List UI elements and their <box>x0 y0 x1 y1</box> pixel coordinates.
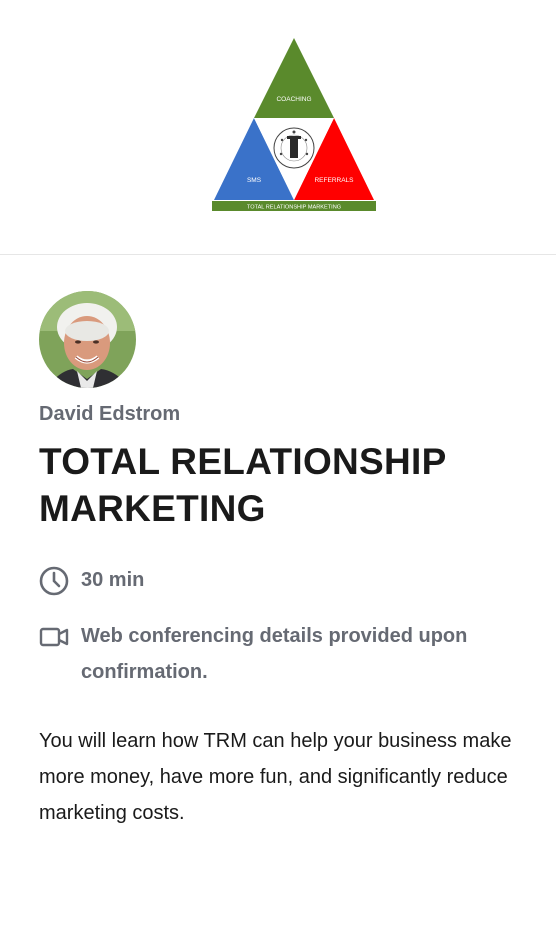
location-text: Web conferencing details provided upon c… <box>81 625 468 683</box>
logo-referrals-label: REFERRALS <box>314 177 354 184</box>
clock-icon <box>39 566 69 596</box>
logo-banner-text: TOTAL RELATIONSHIP MARKETING <box>247 205 341 211</box>
logo-coaching-triangle <box>254 38 334 118</box>
host-name: David Edstrom <box>39 403 181 425</box>
header-divider <box>0 254 556 255</box>
video-camera-icon <box>39 622 69 652</box>
location-row: Web conferencing details provided upon c… <box>39 622 531 690</box>
logo-seal <box>273 127 315 169</box>
trm-triangle-logo: COACHING SMS REFERRALS TOTAL RELATIONSHI… <box>212 38 376 211</box>
event-description: You will learn how TRM can help your bus… <box>39 730 512 824</box>
duration-row: 30 min <box>39 566 531 598</box>
duration-text: 30 min <box>81 569 145 591</box>
logo-sms-label: SMS <box>247 177 262 184</box>
event-logo-area: COACHING SMS REFERRALS TOTAL RELATIONSHI… <box>0 0 556 254</box>
event-title: TOTAL RELATIONSHIP MARKETING <box>39 441 446 529</box>
logo-coaching-label: COACHING <box>276 96 311 103</box>
host-avatar <box>39 291 136 388</box>
